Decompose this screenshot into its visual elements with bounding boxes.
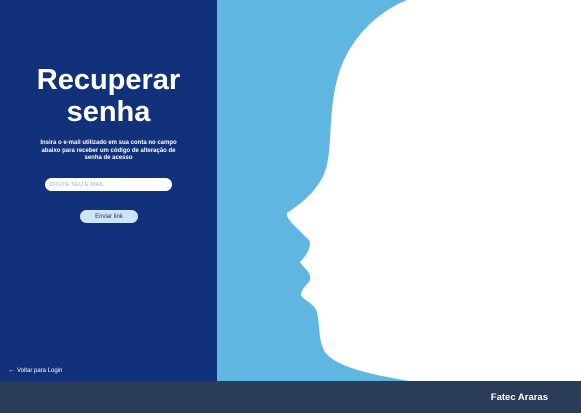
title-line-1: Recuperar bbox=[36, 64, 181, 96]
instructions-text: Insira o e-mail utilizado em sua conta n… bbox=[40, 140, 177, 161]
footer-brand: Fatec Araras bbox=[490, 392, 548, 403]
head-silhouette-shape bbox=[286, 0, 581, 381]
back-to-login-link[interactable]: ← Voltar para Login bbox=[8, 367, 62, 374]
title-line-2: senha bbox=[66, 96, 151, 128]
page-title: Recuperar senha bbox=[0, 64, 217, 128]
send-link-button[interactable]: Enviar link bbox=[80, 210, 138, 223]
arrow-left-icon: ← bbox=[8, 367, 15, 374]
footer-bar: Fatec Araras bbox=[0, 381, 581, 413]
back-to-login-label: Voltar para Login bbox=[17, 367, 63, 374]
email-input[interactable] bbox=[45, 178, 172, 191]
head-silhouette-illustration bbox=[286, 0, 581, 381]
password-recovery-page: Recuperar senha Insira o e-mail utilizad… bbox=[0, 0, 581, 413]
recovery-panel: Recuperar senha Insira o e-mail utilizad… bbox=[0, 0, 217, 381]
